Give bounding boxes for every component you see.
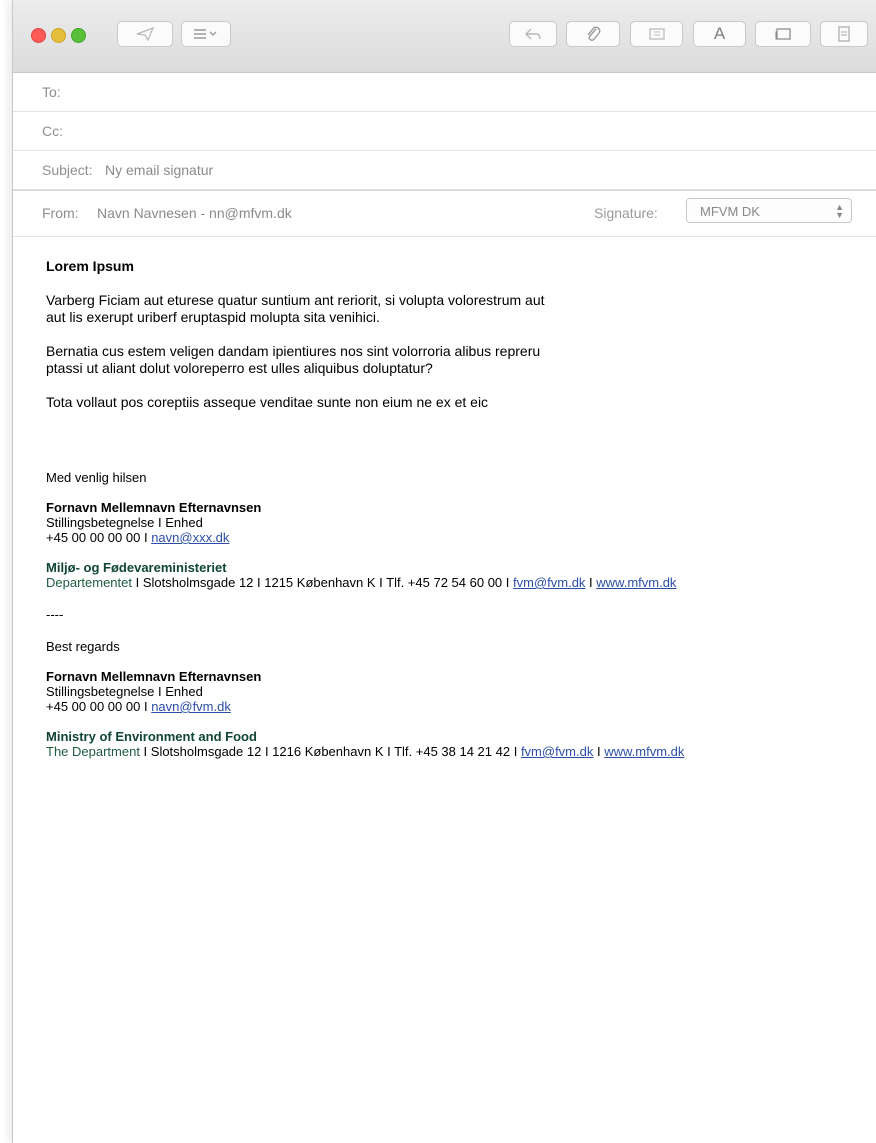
message-body[interactable]: Lorem Ipsum Varberg Ficiam aut eturese q… bbox=[46, 258, 846, 759]
zoom-window-button[interactable] bbox=[71, 28, 86, 43]
header-fields-button[interactable] bbox=[181, 21, 231, 47]
signer-email-link-dk[interactable]: navn@xxx.dk bbox=[151, 530, 229, 545]
stationery-button[interactable] bbox=[820, 21, 868, 47]
photo-browser-icon bbox=[775, 28, 791, 40]
from-account-select[interactable]: Navn Navnesen - nn@mfvm.dk bbox=[97, 205, 292, 221]
reply-icon bbox=[525, 28, 541, 40]
signer-phone-en: +45 00 00 00 00 I bbox=[46, 699, 148, 714]
signer-name-dk: Fornavn Mellemnavn Efternavnsen bbox=[46, 500, 262, 515]
org-web-link-en[interactable]: www.mfvm.dk bbox=[604, 744, 684, 759]
format-text-button[interactable]: A bbox=[693, 21, 746, 47]
signer-phone-line-en: +45 00 00 00 00 I navn@fvm.dk bbox=[46, 699, 846, 714]
cc-field[interactable]: Cc: bbox=[13, 112, 876, 151]
org-name-en: Ministry of Environment and Food bbox=[46, 729, 257, 744]
body-paragraph-3: Tota vollaut pos coreptiis asseque vendi… bbox=[46, 394, 489, 410]
photo-browser-button[interactable] bbox=[755, 21, 811, 47]
language-separator: ---- bbox=[46, 607, 64, 622]
to-field[interactable]: To: bbox=[13, 73, 876, 112]
body-paragraph-1-line-1: Varberg Ficiam aut eturese quatur suntiu… bbox=[46, 292, 545, 308]
header-fields-icon bbox=[194, 29, 217, 39]
body-paragraph-1-line-2: aut lis exerupt uriberf eruptaspid molup… bbox=[46, 309, 380, 325]
reply-button[interactable] bbox=[509, 21, 557, 47]
send-icon bbox=[136, 27, 154, 41]
signer-phone-line-dk: +45 00 00 00 00 I navn@xxx.dk bbox=[46, 530, 846, 545]
subject-label: Subject: bbox=[42, 162, 93, 178]
cc-label: Cc: bbox=[42, 123, 63, 139]
to-label: To: bbox=[42, 84, 61, 100]
toolbar: A bbox=[13, 0, 876, 73]
from-label: From: bbox=[42, 205, 79, 221]
org-email-link-dk[interactable]: fvm@fvm.dk bbox=[513, 575, 585, 590]
org-address-line-dk: Departementet I Slotsholmsgade 12 I 1215… bbox=[46, 575, 846, 590]
minimize-window-button[interactable] bbox=[51, 28, 66, 43]
subject-field[interactable]: Subject: Ny email signatur bbox=[13, 151, 876, 190]
dept-name-dk: Departementet bbox=[46, 575, 132, 590]
compose-window: A To: Cc: Subject: Ny email signatur Fro… bbox=[12, 0, 876, 1143]
signature-danish: Med venlig hilsen Fornavn Mellemnavn Eft… bbox=[46, 470, 846, 590]
signer-title-dk: Stillingsbetegnelse I Enhed bbox=[46, 515, 203, 530]
org-address-dk: I Slotsholmsgade 12 I 1215 København K I… bbox=[132, 575, 513, 590]
dept-name-en: The Department bbox=[46, 744, 140, 759]
signer-phone-dk: +45 00 00 00 00 I bbox=[46, 530, 148, 545]
greeting-dk: Med venlig hilsen bbox=[46, 470, 147, 485]
org-name-dk: Miljø- og Fødevareministeriet bbox=[46, 560, 227, 575]
signature-select[interactable]: MFVM DK ▲ ▼ bbox=[686, 198, 852, 223]
close-window-button[interactable] bbox=[31, 28, 46, 43]
org-separator-en: I bbox=[593, 744, 605, 759]
chevron-up-down-icon: ▲ ▼ bbox=[835, 202, 844, 220]
org-web-link-dk[interactable]: www.mfvm.dk bbox=[596, 575, 676, 590]
signature-label: Signature: bbox=[594, 205, 658, 221]
send-button[interactable] bbox=[117, 21, 173, 47]
body-paragraph-2-line-1: Bernatia cus estem veligen dandam ipient… bbox=[46, 343, 541, 359]
org-address-en: I Slotsholmsgade 12 I 1216 København K I… bbox=[139, 744, 521, 759]
signature-value: MFVM DK bbox=[700, 204, 760, 219]
from-row: From: Navn Navnesen - nn@mfvm.dk Signatu… bbox=[13, 190, 876, 237]
signature-english: Best regards Fornavn Mellemnavn Efternav… bbox=[46, 639, 846, 759]
stationery-icon bbox=[838, 26, 850, 42]
subject-value[interactable]: Ny email signatur bbox=[105, 162, 213, 178]
insert-photo-icon bbox=[648, 28, 665, 40]
org-separator-dk: I bbox=[585, 575, 597, 590]
body-paragraph-2-line-2: ptassi ut aliant dolut voloreperro est u… bbox=[46, 360, 433, 376]
format-text-icon: A bbox=[713, 24, 726, 43]
insert-photo-button[interactable] bbox=[630, 21, 683, 47]
signer-email-link-en[interactable]: navn@fvm.dk bbox=[151, 699, 231, 714]
org-email-link-en[interactable]: fvm@fvm.dk bbox=[521, 744, 593, 759]
org-address-line-en: The Department I Slotsholmsgade 12 I 121… bbox=[46, 744, 846, 759]
attach-button[interactable] bbox=[566, 21, 620, 47]
body-heading: Lorem Ipsum bbox=[46, 258, 134, 274]
greeting-en: Best regards bbox=[46, 639, 120, 654]
signer-name-en: Fornavn Mellemnavn Efternavnsen bbox=[46, 669, 262, 684]
signer-title-en: Stillingsbetegnelse I Enhed bbox=[46, 684, 203, 699]
attachment-icon bbox=[587, 26, 601, 41]
